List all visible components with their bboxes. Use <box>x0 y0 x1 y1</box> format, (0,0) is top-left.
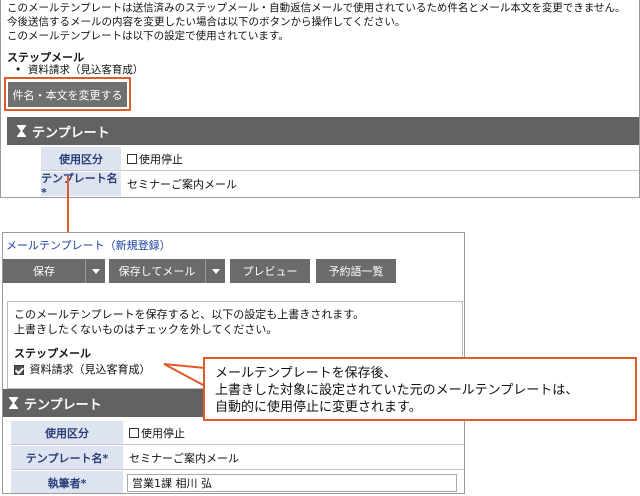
bullet-icon: • <box>15 64 28 76</box>
usage-stop-checkbox[interactable] <box>127 153 137 164</box>
usage-stop-label: 使用停止 <box>139 152 183 166</box>
step-mail-item-label: 資料請求（見込客育成） <box>27 64 144 76</box>
usage-row: 使用区分 使用停止 <box>11 421 464 445</box>
hourglass-icon <box>17 125 26 137</box>
step-mail-heading: ステップメール <box>14 347 91 360</box>
usage-value: 使用停止 <box>123 421 185 444</box>
template-section-title: テンプレート <box>24 397 102 413</box>
usage-stop-label: 使用停止 <box>141 426 185 440</box>
author-label: 執筆者* <box>11 471 123 493</box>
author-input[interactable]: 営業1課 相川 弘 <box>127 474 457 492</box>
template-name-label: テンプレート名* <box>41 172 121 197</box>
template-section-title: テンプレート <box>32 125 110 141</box>
overwrite-callout: メールテンプレートを保存後、 上書きした対象に設定されていた元のメールテンプレー… <box>203 357 637 421</box>
save-dropdown-button[interactable] <box>85 259 105 283</box>
usage-row: 使用区分 使用停止 <box>41 147 639 171</box>
change-subject-body-button[interactable]: 件名・本文を変更する <box>8 82 127 107</box>
chevron-down-icon <box>211 268 220 274</box>
usage-label: 使用区分 <box>41 147 121 170</box>
template-section-header: テンプレート <box>7 117 639 145</box>
usage-stop-checkbox[interactable] <box>129 427 139 438</box>
template-name-row: テンプレート名* セミナーご案内メール <box>41 172 639 197</box>
callout-line-1: メールテンプレートを保存後、 <box>215 366 397 381</box>
overwrite-notice-line-2: 上書きしたくないものはチェックを外してください。 <box>14 323 278 336</box>
in-use-notice-line-1: このメールテンプレートは送信済みのステップメール・自動返信メールで使用されている… <box>7 2 626 14</box>
step-mail-list-item: • 資料請求（見込客育成） <box>15 62 143 77</box>
step-mail-checkbox-label: 資料請求（見込客育成） <box>29 363 151 376</box>
hourglass-icon <box>9 397 18 409</box>
template-in-use-panel: このメールテンプレートは送信済みのステップメール・自動返信メールで使用されている… <box>0 0 640 198</box>
step-mail-checkbox[interactable] <box>14 365 24 375</box>
overwrite-notice-line-1: このメールテンプレートを保存すると、以下の設定も上書きされます。 <box>14 308 365 321</box>
author-value-cell: 営業1課 相川 弘 <box>123 471 457 493</box>
save-and-mail-button[interactable]: 保存してメール <box>109 259 205 283</box>
in-use-notice-line-3: このメールテンプレートは以下の設定で使用されています。 <box>7 30 289 42</box>
author-row: 執筆者* 営業1課 相川 弘 <box>11 471 464 493</box>
page-title[interactable]: メールテンプレート（新規登録） <box>6 237 171 253</box>
usage-value: 使用停止 <box>121 147 183 170</box>
template-name-value[interactable]: セミナーご案内メール <box>123 446 239 469</box>
reserved-words-button[interactable]: 予約語一覧 <box>316 259 396 283</box>
template-name-value: セミナーご案内メール <box>127 178 237 191</box>
chevron-down-icon <box>91 268 100 274</box>
template-name-label: テンプレート名* <box>11 446 123 469</box>
usage-label: 使用区分 <box>11 421 123 444</box>
callout-line-2: 上書きした対象に設定されていた元のメールテンプレートは、 <box>215 383 579 398</box>
step-mail-checkbox-row[interactable]: 資料請求（見込客育成） <box>14 361 151 377</box>
template-name-row: テンプレート名* セミナーご案内メール <box>11 446 464 470</box>
save-and-mail-dropdown-button[interactable] <box>205 259 225 283</box>
save-button[interactable]: 保存 <box>3 259 85 283</box>
callout-line-3: 自動的に使用停止に変更されます。 <box>215 400 422 415</box>
preview-button[interactable]: プレビュー <box>230 259 310 283</box>
in-use-notice-line-2: 今後送信するメールの内容を変更したい場合は以下のボタンから操作してください。 <box>7 16 406 28</box>
